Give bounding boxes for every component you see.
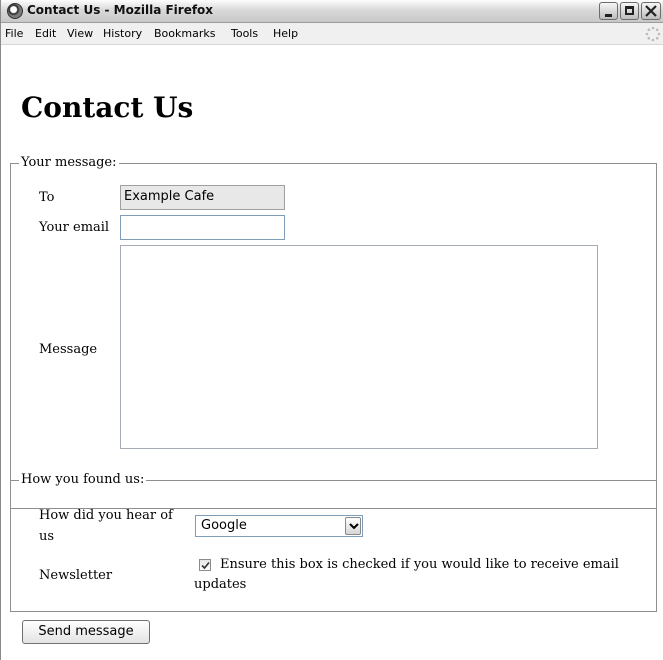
- menu-tools[interactable]: Tools: [231, 27, 258, 40]
- newsletter-label: Newsletter: [39, 568, 113, 583]
- found-us-legend: How you found us:: [19, 472, 147, 487]
- found-us-fieldset: How you found us: How did you hear of us…: [10, 472, 657, 612]
- firefox-icon: [7, 3, 23, 19]
- hear-label: How did you hear of us: [39, 508, 173, 544]
- message-legend: Your message:: [19, 155, 119, 170]
- close-button[interactable]: [641, 2, 661, 20]
- email-field[interactable]: [120, 215, 285, 240]
- to-field[interactable]: Example Cafe: [120, 185, 285, 210]
- minimize-icon: [605, 14, 612, 17]
- menu-bookmarks[interactable]: Bookmarks: [154, 27, 215, 40]
- menu-file[interactable]: File: [5, 27, 23, 40]
- message-textarea[interactable]: [120, 245, 598, 449]
- maximize-icon: [625, 6, 634, 15]
- minimize-button[interactable]: [599, 2, 618, 20]
- hear-select[interactable]: Google: [195, 515, 363, 537]
- menu-help[interactable]: Help: [273, 27, 298, 40]
- email-label: Your email: [39, 220, 110, 235]
- page-content: Contact Us Your message: To Example Cafe…: [1, 45, 663, 660]
- message-fieldset: Your message: To Example Cafe Your email…: [10, 155, 657, 509]
- title-bar: Contact Us - Mozilla Firefox: [1, 0, 663, 23]
- menu-history[interactable]: History: [103, 27, 142, 40]
- newsletter-text: Ensure this box is checked if you would …: [194, 557, 619, 592]
- dropdown-arrow-icon[interactable]: [345, 517, 361, 535]
- browser-window: Contact Us - Mozilla Firefox File Edit V…: [0, 0, 663, 660]
- menu-view[interactable]: View: [67, 27, 93, 40]
- window-title: Contact Us - Mozilla Firefox: [27, 3, 214, 17]
- menu-bar: File Edit View History Bookmarks Tools H…: [1, 23, 663, 45]
- loading-throbber-icon: [645, 26, 661, 42]
- send-message-button[interactable]: Send message: [22, 620, 150, 644]
- to-label: To: [39, 190, 55, 205]
- page-title: Contact Us: [21, 91, 194, 124]
- message-label: Message: [39, 342, 98, 357]
- maximize-button[interactable]: [620, 2, 639, 20]
- menu-edit[interactable]: Edit: [35, 27, 56, 40]
- hear-select-value: Google: [201, 518, 247, 533]
- close-icon: [645, 5, 657, 17]
